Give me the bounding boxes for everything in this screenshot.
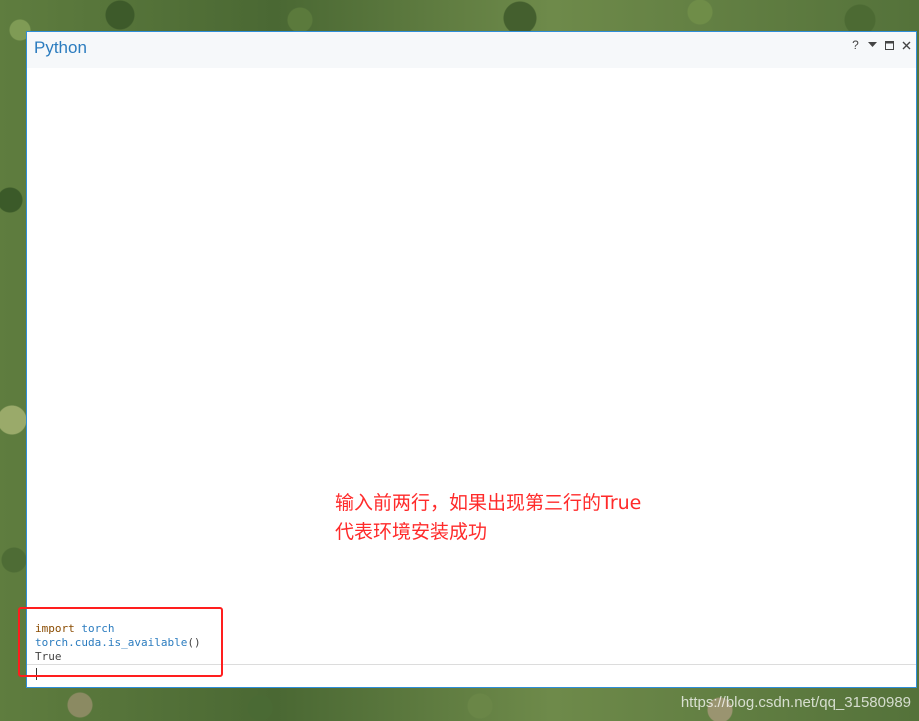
close-icon: [902, 41, 911, 49]
watermark: https://blog.csdn.net/qq_31580989: [680, 694, 911, 711]
annotation-note: 输入前两行，如果出现第三行的True 代表环境安装成功: [335, 489, 641, 547]
highlight-annotation-box: [18, 607, 223, 677]
annotation-line-2: 代表环境安装成功: [335, 521, 488, 543]
annotation-line-1: 输入前两行，如果出现第三行的True: [335, 492, 642, 514]
maximize-button[interactable]: [884, 38, 895, 52]
window-titlebar: Python ?: [27, 32, 916, 68]
window-title: Python: [34, 38, 87, 57]
console-output: [27, 68, 916, 660]
help-label: ?: [852, 38, 859, 52]
window-controls: ?: [850, 38, 912, 52]
maximize-icon: [885, 40, 894, 50]
close-button[interactable]: [901, 38, 912, 52]
options-dropdown-button[interactable]: [867, 38, 878, 52]
help-button[interactable]: ?: [850, 38, 861, 52]
chevron-down-icon: [868, 42, 877, 47]
python-window: Python ? import torch torch.cuda.is_avai…: [26, 31, 917, 688]
